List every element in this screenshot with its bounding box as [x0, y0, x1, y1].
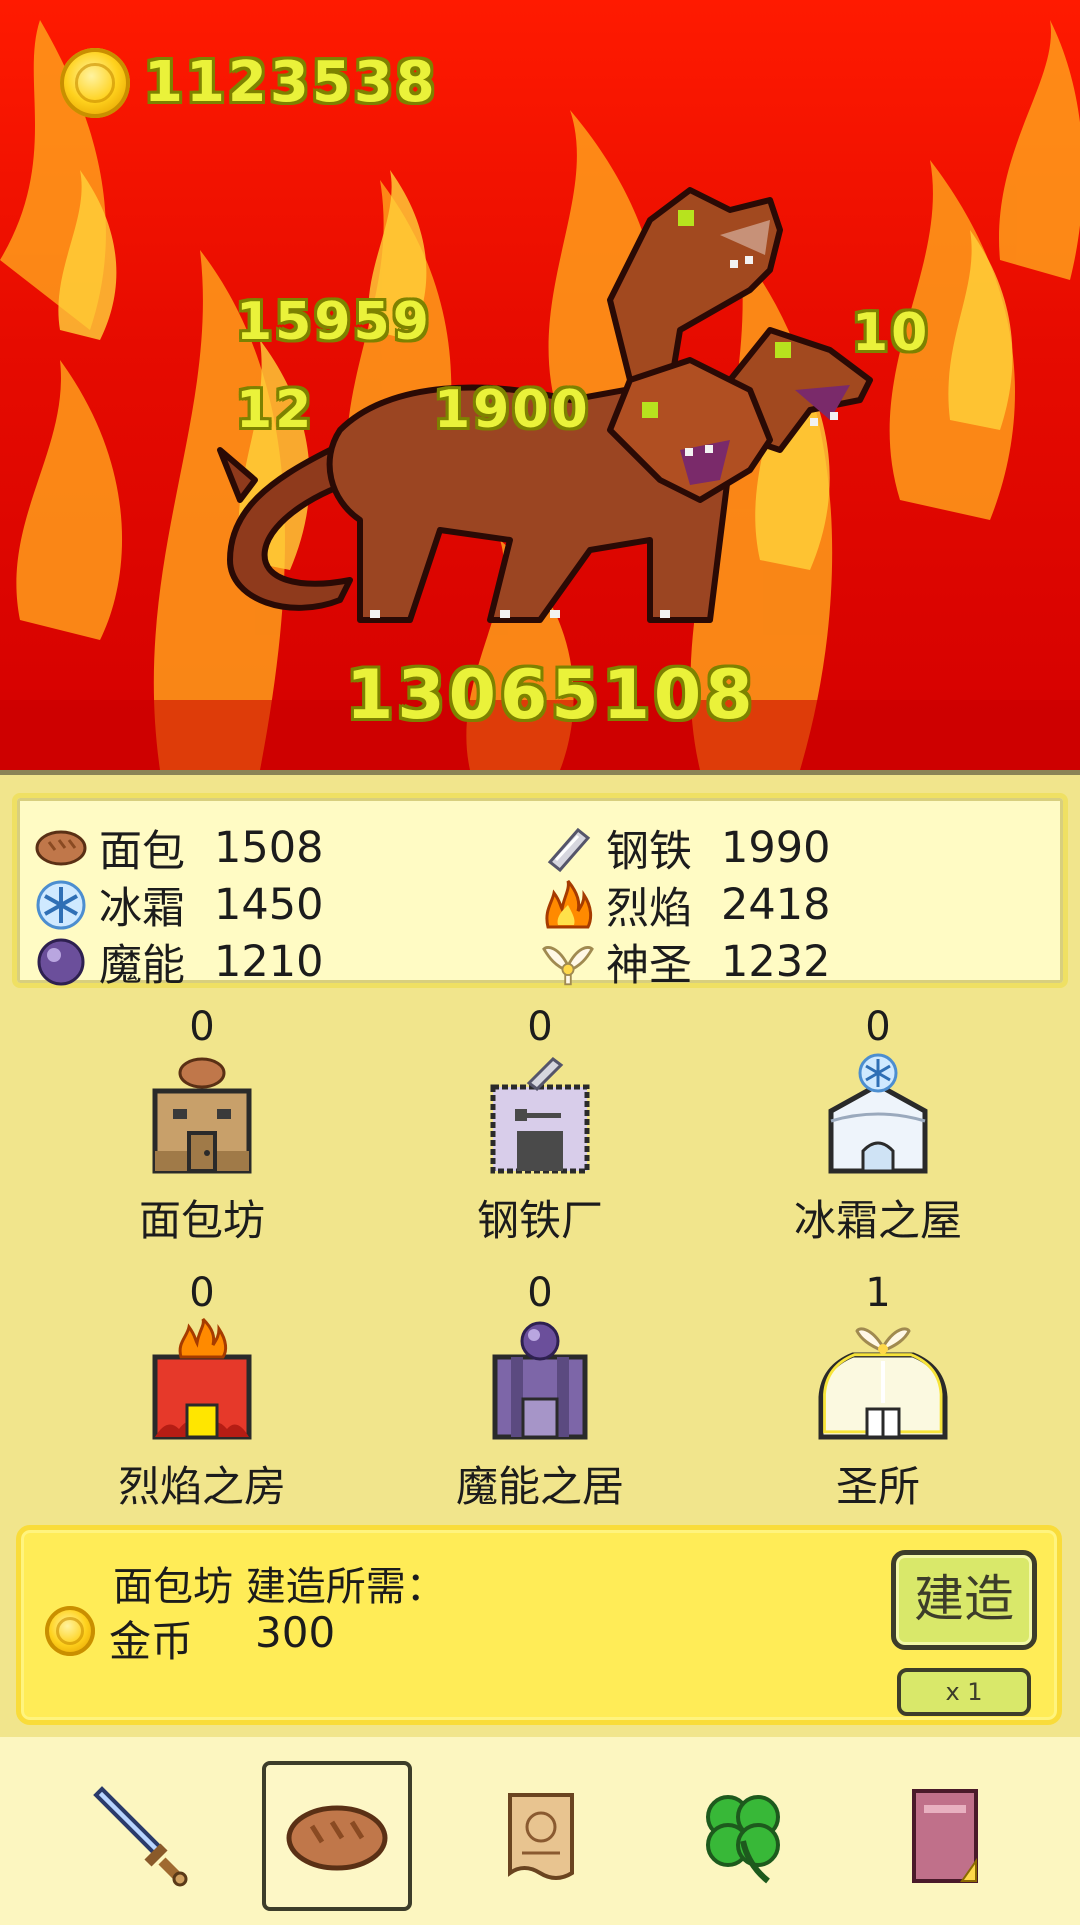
build-requirement-panel: 面包坊 建造所需： 金币 300 建造 x 1: [16, 1525, 1062, 1725]
bakery-icon: [137, 1051, 267, 1181]
tab-book[interactable]: [870, 1761, 1020, 1911]
damage-number: 1900: [434, 380, 591, 440]
resource-value: 1508: [214, 823, 324, 873]
holy-wings-icon: [542, 936, 594, 988]
building-count: 0: [527, 1270, 553, 1316]
build-multiplier-button[interactable]: x 1: [897, 1668, 1031, 1716]
magic-orb-icon: [35, 936, 87, 988]
resource-value: 1450: [214, 880, 324, 930]
scroll-icon: [508, 1793, 574, 1880]
building-flame-house[interactable]: 0 烈焰之房: [72, 1269, 332, 1529]
building-name: 冰霜之屋: [793, 1196, 962, 1245]
resource-name: 冰霜: [99, 884, 185, 934]
steelworks-icon: [475, 1051, 605, 1181]
resource-name: 烈焰: [606, 884, 692, 934]
frost-house-icon: [813, 1051, 943, 1181]
resource-steel: 钢铁 1990: [542, 822, 831, 877]
frost-icon: [35, 879, 87, 931]
damage-number: 12: [236, 380, 315, 440]
gold-coin-icon: [60, 48, 130, 118]
build-button[interactable]: 建造: [891, 1550, 1037, 1650]
building-name: 魔能之居: [455, 1462, 624, 1511]
building-name: 圣所: [835, 1462, 920, 1511]
building-name: 钢铁厂: [476, 1196, 603, 1245]
bread-icon: [286, 1805, 388, 1871]
resource-magic: 魔能 1210: [35, 936, 324, 991]
steel-icon: [542, 822, 594, 874]
build-requirement-title: 面包坊 建造所需：: [113, 1564, 446, 1610]
building-frost-house[interactable]: 0 冰霜之屋: [748, 1003, 1008, 1263]
cost-name: 金币: [109, 1617, 194, 1666]
resource-bread: 面包 1508: [35, 822, 324, 877]
tab-quests[interactable]: [466, 1761, 616, 1911]
building-steelworks[interactable]: 0 钢铁厂: [410, 1003, 670, 1263]
boss-hp: 13065108: [346, 656, 757, 735]
building-name: 烈焰之房: [117, 1462, 286, 1511]
magic-residence-icon: [475, 1317, 605, 1447]
damage-number: 10: [852, 303, 931, 363]
tab-luck[interactable]: [668, 1761, 818, 1911]
tab-buildings[interactable]: [262, 1761, 412, 1911]
resource-name: 神圣: [606, 941, 692, 991]
gold-coin-icon: [45, 1606, 95, 1656]
building-count: 0: [189, 1004, 215, 1050]
battle-scene[interactable]: 1123538 15959 12 1900 10 13065108: [0, 0, 1080, 770]
resource-name: 钢铁: [606, 827, 692, 877]
resource-value: 1990: [721, 823, 831, 873]
resource-panel: 面包 1508 冰霜 1450 魔能 1210 钢铁 1990 烈焰 2418 …: [12, 793, 1068, 991]
clover-icon: [706, 1795, 780, 1884]
building-count: 1: [865, 1270, 891, 1316]
tab-battle[interactable]: [62, 1761, 212, 1911]
building-name: 面包坊: [138, 1196, 265, 1245]
book-icon: [912, 1789, 978, 1883]
building-bakery[interactable]: 0 面包坊: [72, 1003, 332, 1263]
bottom-tab-bar: [0, 1737, 1080, 1925]
resource-value: 1232: [721, 937, 831, 987]
sword-icon: [93, 1786, 188, 1887]
resource-flame: 烈焰 2418: [542, 879, 831, 934]
sanctuary-icon: [813, 1317, 948, 1447]
bread-icon: [35, 822, 87, 874]
resource-value: 1210: [214, 937, 324, 987]
resource-holy: 神圣 1232: [542, 936, 831, 991]
flame-icon: [542, 879, 594, 931]
bottom-panel: 面包 1508 冰霜 1450 魔能 1210 钢铁 1990 烈焰 2418 …: [0, 770, 1080, 1925]
damage-number: 15959: [236, 292, 432, 352]
building-sanctuary[interactable]: 1 圣所: [748, 1269, 1008, 1529]
building-count: 0: [865, 1004, 891, 1050]
resource-name: 面包: [99, 827, 185, 877]
building-magic-residence[interactable]: 0 魔能之居: [410, 1269, 670, 1529]
building-count: 0: [527, 1004, 553, 1050]
building-count: 0: [189, 1270, 215, 1316]
resource-name: 魔能: [99, 941, 185, 991]
flame-house-icon: [137, 1317, 267, 1447]
gold-amount: 1123538: [144, 50, 438, 115]
cost-value: 300: [255, 1608, 336, 1657]
resource-value: 2418: [721, 880, 831, 930]
resource-frost: 冰霜 1450: [35, 879, 324, 934]
